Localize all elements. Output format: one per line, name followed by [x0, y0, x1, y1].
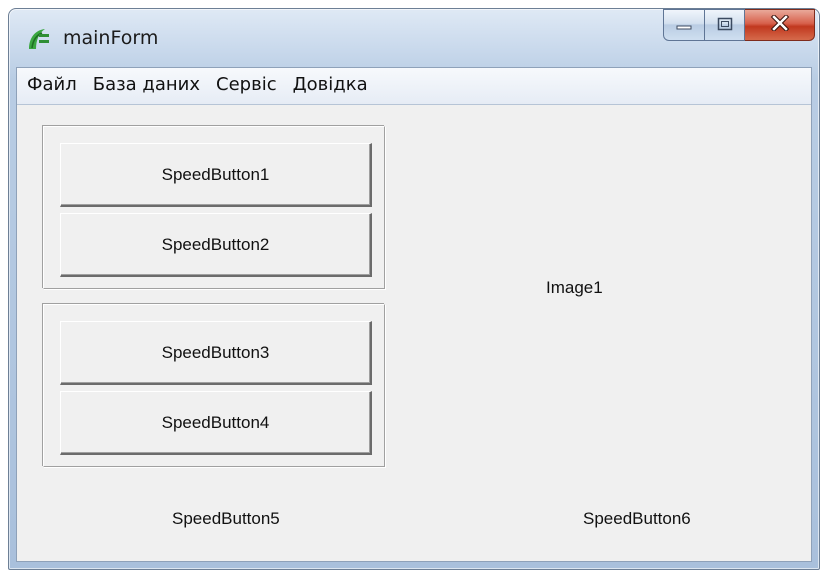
menu-help[interactable]: Довідка — [285, 68, 376, 104]
menu-database[interactable]: База даних — [85, 68, 208, 104]
speed-button-6[interactable]: SpeedButton6 — [583, 509, 691, 529]
speed-button-1[interactable]: SpeedButton1 — [60, 143, 372, 207]
speed-button-3[interactable]: SpeedButton3 — [60, 321, 372, 385]
close-icon — [770, 13, 790, 35]
maximize-button[interactable] — [705, 9, 745, 41]
close-button[interactable] — [745, 9, 815, 41]
image-placeholder: Image1 — [546, 278, 603, 297]
speed-button-2[interactable]: SpeedButton2 — [60, 213, 372, 277]
client-area: Файл База даних Сервіс Довідка SpeedButt… — [16, 67, 812, 562]
caption-buttons — [663, 9, 815, 43]
speed-button-5[interactable]: SpeedButton5 — [172, 509, 280, 529]
speed-button-4[interactable]: SpeedButton4 — [60, 391, 372, 455]
minimize-icon — [676, 16, 692, 35]
title-bar[interactable]: mainForm — [9, 9, 819, 66]
window-title: mainForm — [63, 27, 159, 49]
menu-bar: Файл База даних Сервіс Довідка — [17, 68, 811, 105]
minimize-button[interactable] — [663, 9, 705, 41]
app-logo-icon — [25, 26, 51, 52]
menu-service[interactable]: Сервіс — [208, 68, 285, 104]
maximize-icon — [717, 16, 733, 35]
menu-file[interactable]: Файл — [19, 68, 85, 104]
main-window: mainForm Файл База даних Сервіс Довідка … — [8, 8, 820, 570]
panel-top: SpeedButton1 SpeedButton2 — [43, 126, 385, 289]
panel-bottom: SpeedButton3 SpeedButton4 — [43, 304, 385, 467]
